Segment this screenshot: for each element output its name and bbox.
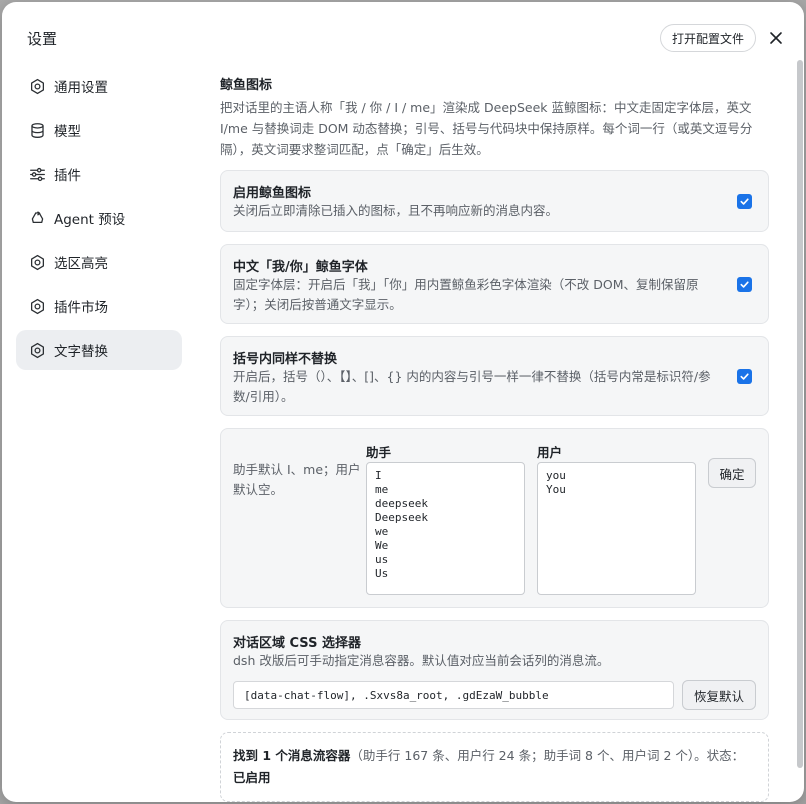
open-config-button[interactable]: 打开配置文件 — [660, 24, 756, 52]
section-description: 把对话里的主语人称「我 / 你 / I / me」渲染成 DeepSeek 蓝鲸… — [220, 100, 753, 157]
check-icon — [740, 281, 749, 288]
option-title: 括号内同样不替换 — [233, 352, 338, 367]
css-selector-title: 对话区域 CSS 选择器 — [233, 636, 361, 651]
option-title: 中文「我/你」鲸鱼字体 — [233, 260, 368, 275]
sidebar-item-label: Agent 预设 — [54, 212, 126, 228]
close-button[interactable] — [764, 26, 788, 50]
css-selector-description: dsh 改版后可手动指定消息容器。默认值对应当前会话列的消息流。 — [233, 653, 610, 668]
sidebar-item-plugin-market[interactable]: 插件市场 — [16, 286, 182, 326]
dialog-title: 设置 — [27, 30, 58, 48]
option-description: 开启后，括号（）、【】、[]、{} 内的内容与引号一样一律不替换（括号内常是标识… — [233, 369, 711, 404]
database-icon — [28, 121, 46, 139]
sidebar-item-label: 插件市场 — [54, 300, 108, 316]
option-description: 固定字体层：开启后「我」「你」用内置鲸鱼彩色字体渲染（不改 DOM、复制保留原字… — [233, 277, 699, 312]
sidebar-item-agent-presets[interactable]: Agent 预设 — [16, 198, 182, 238]
enable-whale-icon-checkbox[interactable] — [737, 194, 752, 209]
gear-icon — [28, 341, 46, 359]
sidebar-item-label: 模型 — [54, 124, 81, 140]
sidebar-item-model[interactable]: 模型 — [16, 110, 182, 150]
words-hint: 助手默认 I、me；用户默认空。 — [233, 462, 361, 497]
sidebar-item-plugins[interactable]: 插件 — [16, 154, 182, 194]
status-state: 已启用 — [233, 770, 271, 785]
section-header: 鲸鱼图标 把对话里的主语人称「我 / 你 / I / me」渲染成 DeepSe… — [220, 74, 770, 160]
sidebar-item-label: 选区高亮 — [54, 256, 108, 272]
option-bracket-no-replace: 括号内同样不替换 开启后，括号（）、【】、[]、{} 内的内容与引号一样一律不替… — [220, 336, 769, 416]
user-words-textarea[interactable]: you You — [537, 462, 696, 595]
css-selector-card: 对话区域 CSS 选择器 dsh 改版后可手动指定消息容器。默认值对应当前会话列… — [220, 620, 769, 720]
bracket-no-replace-checkbox[interactable] — [737, 369, 752, 384]
sidebar-item-text-replace[interactable]: 文字替换 — [16, 330, 182, 370]
check-icon — [740, 198, 749, 205]
assistant-words-label: 助手 — [366, 445, 392, 460]
chinese-whale-font-checkbox[interactable] — [737, 277, 752, 292]
scrollbar[interactable] — [797, 60, 803, 768]
reset-default-button[interactable]: 恢复默认 — [682, 680, 756, 710]
recycle-icon — [28, 209, 46, 227]
user-words-label: 用户 — [537, 445, 563, 460]
assistant-words-textarea[interactable]: I me deepseek Deepseek we We us Us — [366, 462, 525, 595]
status-box: 找到 1 个消息流容器（助手行 167 条、用户行 24 条；助手词 8 个、用… — [220, 732, 769, 802]
option-description: 关闭后立即清除已插入的图标，且不再响应新的消息内容。 — [233, 203, 559, 218]
settings-dialog: 设置 打开配置文件 通用设置 模型 插件 Agent 预设 选区高亮 插件市场 … — [2, 2, 804, 802]
gear-icon — [28, 297, 46, 315]
confirm-button[interactable]: 确定 — [708, 458, 756, 488]
close-icon — [770, 32, 782, 44]
sidebar: 通用设置 模型 插件 Agent 预设 选区高亮 插件市场 文字替换 — [16, 66, 182, 374]
replace-words-card: 助手默认 I、me；用户默认空。 助手 I me deepseek Deepse… — [220, 428, 769, 608]
css-selector-input[interactable]: [data-chat-flow], .Sxvs8a_root, .gdEzaW_… — [233, 681, 674, 709]
option-enable-whale-icon: 启用鲸鱼图标 关闭后立即清除已插入的图标，且不再响应新的消息内容。 — [220, 170, 769, 232]
sidebar-item-label: 文字替换 — [54, 344, 108, 360]
status-detail: （助手行 167 条、用户行 24 条；助手词 8 个、用户词 2 个）。状态： — [350, 748, 745, 763]
section-title: 鲸鱼图标 — [220, 78, 273, 93]
sidebar-item-label: 通用设置 — [54, 80, 108, 96]
sidebar-item-selection-highlight[interactable]: 选区高亮 — [16, 242, 182, 282]
option-title: 启用鲸鱼图标 — [233, 186, 312, 201]
option-chinese-whale-font: 中文「我/你」鲸鱼字体 固定字体层：开启后「我」「你」用内置鲸鱼彩色字体渲染（不… — [220, 244, 769, 324]
check-icon — [740, 373, 749, 380]
sidebar-item-label: 插件 — [54, 168, 81, 184]
gear-icon — [28, 77, 46, 95]
sidebar-item-general[interactable]: 通用设置 — [16, 66, 182, 106]
gear-icon — [28, 253, 46, 271]
status-found: 找到 1 个消息流容器 — [233, 748, 351, 763]
sliders-icon — [28, 165, 46, 183]
